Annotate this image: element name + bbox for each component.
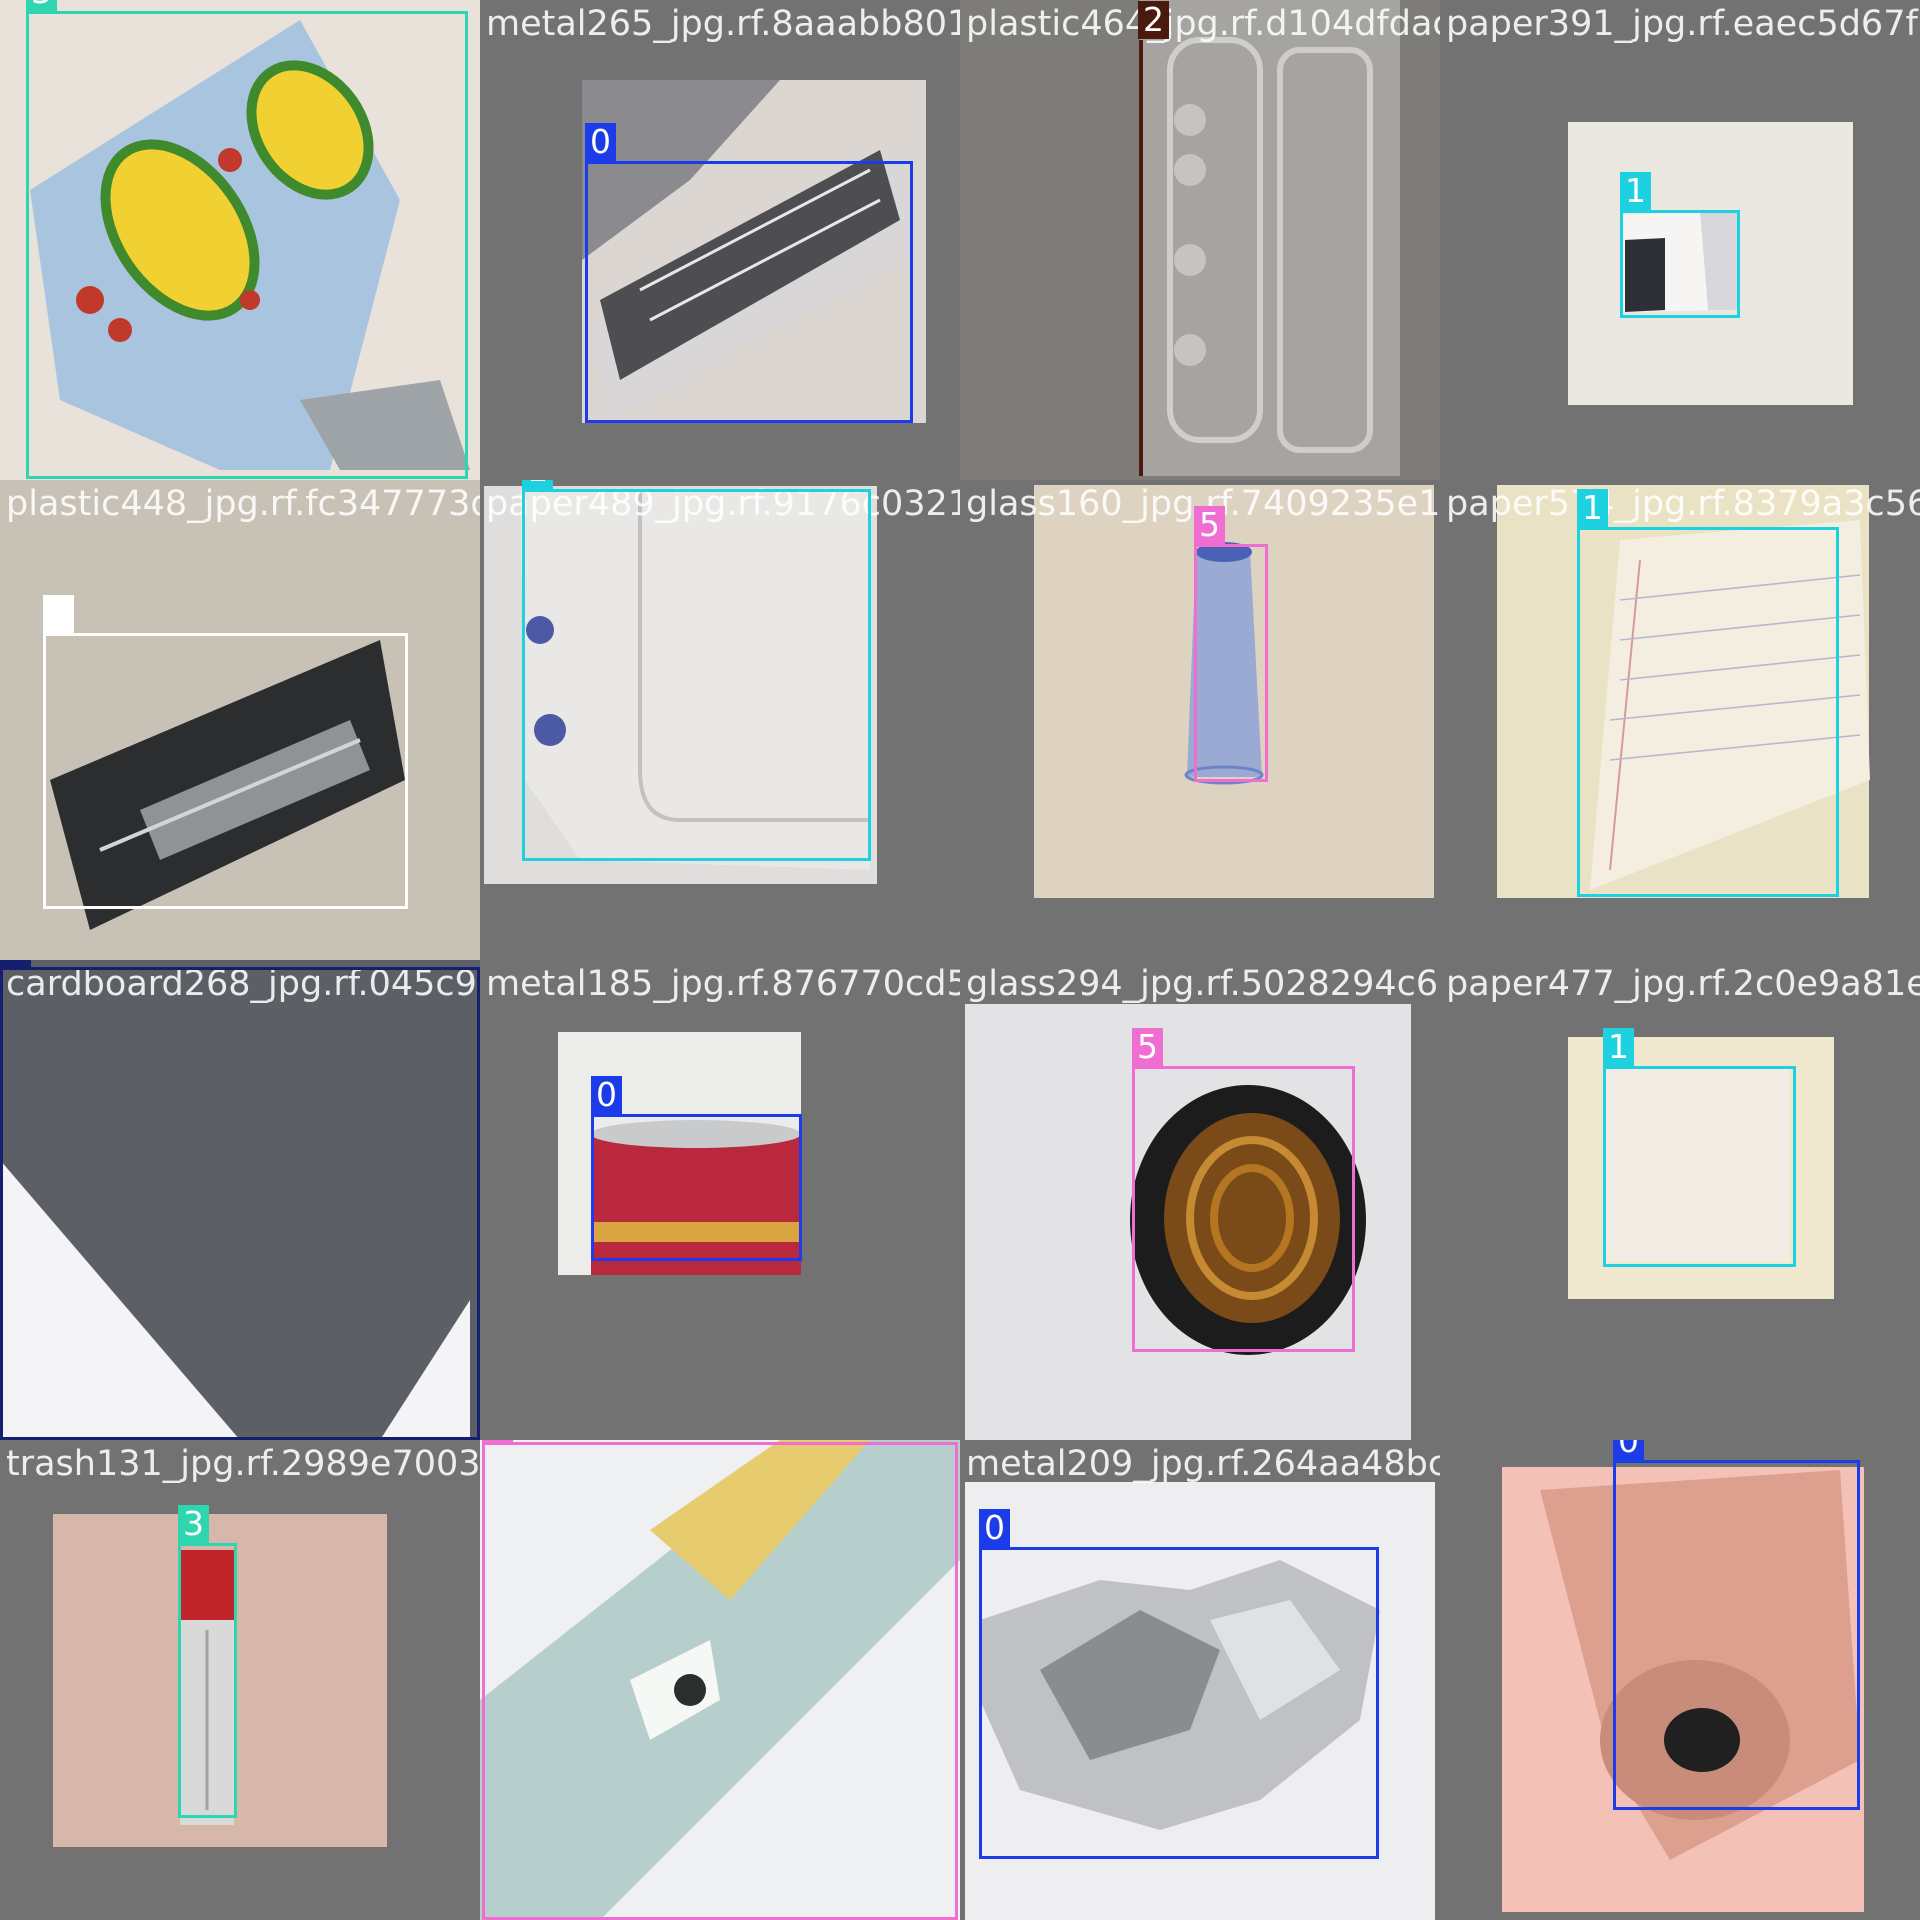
bounding-box: 0 bbox=[979, 1509, 1379, 1859]
bounding-box: 0 bbox=[591, 1076, 802, 1261]
toothpaste-photo bbox=[53, 1514, 387, 1847]
class-label: 5 bbox=[482, 1440, 513, 1442]
plastic-tray-photo bbox=[960, 0, 1440, 480]
class-label: 1 bbox=[1620, 172, 1651, 210]
class-label: 3 bbox=[178, 1505, 209, 1543]
tile-7: paper574_jpg.rf.8379a3c56 1 bbox=[1440, 480, 1920, 960]
bounding-box: 5 bbox=[1194, 506, 1268, 782]
bounding-box: 5 bbox=[1132, 1028, 1355, 1352]
bounding-box: 4 bbox=[0, 960, 480, 1440]
class-label: 0 bbox=[591, 1076, 622, 1114]
bounding-box: 1 bbox=[1620, 172, 1740, 318]
tile-0: 3 bbox=[0, 0, 480, 480]
tile-12: trash131_jpg.rf.2989e70030 3 bbox=[0, 1440, 480, 1920]
tile-8: cardboard268_jpg.rf.045c92 4 bbox=[0, 960, 480, 1440]
class-label: 0 bbox=[1613, 1440, 1644, 1460]
class-label: 4 bbox=[0, 960, 31, 967]
tile-10: glass294_jpg.rf.5028294c67 5 bbox=[960, 960, 1440, 1440]
tile-6: glass160_jpg.rf.7409235e1 5 bbox=[960, 480, 1440, 960]
bounding-box: 5 bbox=[482, 1440, 958, 1920]
class-label: 1 bbox=[1603, 1028, 1634, 1066]
tile-5: paper489_jpg.rf.9176c0321 1 bbox=[480, 480, 960, 960]
detection-mosaic: 3 metal265_jpg.rf.8aaabb8017c 0 plastic4… bbox=[0, 0, 1920, 1920]
tile-1: metal265_jpg.rf.8aaabb8017c 0 bbox=[480, 0, 960, 480]
tile-14: metal209_jpg.rf.264aa48bc1 0 bbox=[960, 1440, 1440, 1920]
bounding-box: 1 bbox=[1603, 1028, 1796, 1267]
tile-11: paper477_jpg.rf.2c0e9a81e6b 1 bbox=[1440, 960, 1920, 1440]
class-label: 2 bbox=[1138, 1, 1169, 39]
tile-4: plastic448_jpg.rf.fc347773d8 2 bbox=[0, 480, 480, 960]
class-label: 3 bbox=[26, 0, 57, 11]
bounding-box: 2 bbox=[1138, 1, 1169, 476]
class-label: 1 bbox=[1577, 489, 1608, 527]
bounding-box: 3 bbox=[26, 0, 468, 479]
bounding-box: 2 bbox=[43, 595, 408, 909]
tile-9: metal185_jpg.rf.876770cd5 0 bbox=[480, 960, 960, 1440]
bounding-box: 0 bbox=[585, 123, 913, 423]
tile-13: 5 bbox=[480, 1440, 960, 1920]
tile-2: plastic464_jpg.rf.d104dfdac1 2 bbox=[960, 0, 1440, 480]
class-label: 5 bbox=[1132, 1028, 1163, 1066]
tile-3: paper391_jpg.rf.eaec5d67f1 1 bbox=[1440, 0, 1920, 480]
bounding-box: 3 bbox=[178, 1505, 237, 1818]
bounding-box: 1 bbox=[1577, 489, 1839, 897]
class-label: 2 bbox=[43, 595, 74, 633]
class-label: 0 bbox=[585, 123, 616, 161]
bounding-box: 1 bbox=[522, 480, 871, 861]
class-label: 1 bbox=[522, 480, 553, 489]
class-label: 0 bbox=[979, 1509, 1010, 1547]
tile-15: 0 bbox=[1440, 1440, 1920, 1920]
class-label: 5 bbox=[1194, 506, 1225, 544]
bounding-box: 0 bbox=[1613, 1440, 1860, 1810]
